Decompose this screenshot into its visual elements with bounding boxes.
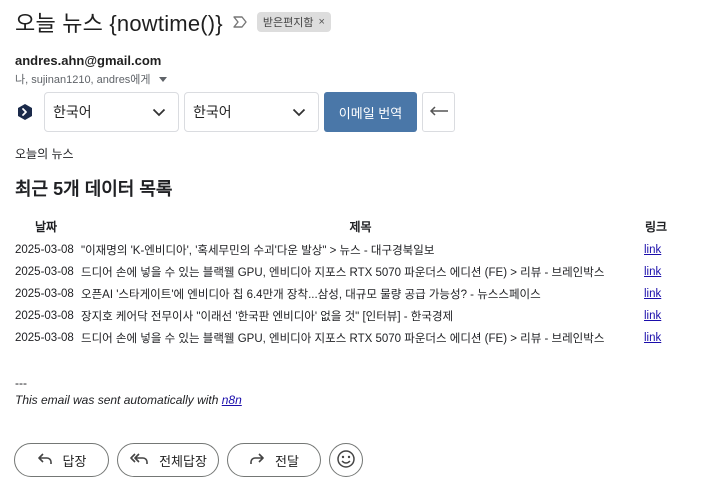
row-link-cell: link bbox=[642, 239, 670, 261]
row-title: "이재명의 'K-엔비디아', '혹세무민의 수괴'다운 발상" > 뉴스 - … bbox=[81, 245, 435, 257]
forward-button[interactable]: 전달 bbox=[227, 443, 321, 477]
row-link-cell: link bbox=[642, 283, 670, 305]
back-button[interactable] bbox=[422, 92, 455, 132]
row-link-cell: link bbox=[642, 305, 670, 327]
reply-all-icon bbox=[129, 452, 149, 469]
row-link[interactable]: link bbox=[644, 288, 661, 300]
table-row: 2025-03-08 오픈AI '스타게이트'에 엔비디아 칩 6.4만개 장착… bbox=[13, 283, 670, 305]
chevron-down-icon[interactable] bbox=[158, 77, 167, 82]
row-date: 2025-03-08 bbox=[15, 310, 74, 322]
chevron-down-icon bbox=[292, 104, 306, 120]
table-header-row: 날짜 제목 링크 bbox=[13, 216, 670, 239]
row-link[interactable]: link bbox=[644, 310, 661, 322]
table-row: 2025-03-08 드디어 손에 넣을 수 있는 블랙웰 GPU, 엔비디아 … bbox=[13, 327, 670, 349]
subject-row: 오늘 뉴스 {nowtime()} 받은편지함 × bbox=[15, 6, 331, 38]
target-language-value: 한국어 bbox=[193, 104, 232, 120]
row-date: 2025-03-08 bbox=[15, 266, 74, 278]
row-title: 드디어 손에 넣을 수 있는 블랙웰 GPU, 엔비디아 지포스 RTX 507… bbox=[81, 333, 605, 345]
table-row: 2025-03-08 장지호 케어닥 전무이사 "이래선 '한국판 엔비디아' … bbox=[13, 305, 670, 327]
column-header-title: 제목 bbox=[349, 220, 372, 234]
news-table: 날짜 제목 링크 2025-03-08 "이재명의 'K-엔비디아', '혹세무… bbox=[13, 216, 670, 349]
n8n-link[interactable]: n8n bbox=[222, 393, 242, 407]
row-link[interactable]: link bbox=[644, 244, 661, 256]
row-title: 오픈AI '스타게이트'에 엔비디아 칩 6.4만개 장착...삼성, 대규모 … bbox=[81, 289, 541, 301]
important-marker-icon[interactable] bbox=[233, 15, 247, 29]
table-row: 2025-03-08 드디어 손에 넣을 수 있는 블랙웰 GPU, 엔비디아 … bbox=[13, 261, 670, 283]
forward-label: 전달 bbox=[275, 453, 299, 469]
row-link-cell: link bbox=[642, 327, 670, 349]
row-title: 장지호 케어닥 전무이사 "이래선 '한국판 엔비디아' 없을 것" [인터뷰]… bbox=[81, 311, 454, 323]
inbox-label-text: 받은편지함 bbox=[262, 17, 314, 29]
recipients-toggle[interactable]: 나, sujinan1210, andres에게 bbox=[15, 71, 167, 87]
recipients-text: 나, sujinan1210, andres에게 bbox=[15, 74, 151, 86]
source-language-value: 한국어 bbox=[53, 104, 92, 120]
signature-separator: --- bbox=[15, 376, 27, 390]
reply-icon bbox=[37, 452, 53, 469]
emoji-icon bbox=[336, 449, 356, 472]
row-link[interactable]: link bbox=[644, 332, 661, 344]
table-row: 2025-03-08 "이재명의 'K-엔비디아', '혹세무민의 수괴'다운 … bbox=[13, 239, 670, 261]
reply-all-label: 전체답장 bbox=[159, 453, 207, 469]
sender-email[interactable]: andres.ahn@gmail.com bbox=[15, 53, 161, 68]
target-language-select[interactable]: 한국어 bbox=[184, 92, 319, 132]
signature: This email was sent automatically with n… bbox=[15, 393, 242, 407]
forward-icon bbox=[249, 452, 265, 469]
emoji-reaction-button[interactable] bbox=[329, 443, 363, 477]
greeting-text: 오늘의 뉴스 bbox=[15, 147, 74, 161]
reply-all-button[interactable]: 전체답장 bbox=[117, 443, 219, 477]
row-title: 드디어 손에 넣을 수 있는 블랙웰 GPU, 엔비디아 지포스 RTX 507… bbox=[81, 267, 605, 279]
arrow-left-icon bbox=[429, 103, 449, 121]
row-date: 2025-03-08 bbox=[15, 288, 74, 300]
translate-email-button[interactable]: 이메일 번역 bbox=[324, 92, 417, 132]
translate-icon bbox=[15, 102, 35, 122]
row-link-cell: link bbox=[642, 261, 670, 283]
email-subject: 오늘 뉴스 {nowtime()} bbox=[15, 11, 223, 36]
label-remove-icon[interactable]: × bbox=[318, 16, 324, 28]
signature-text: This email was sent automatically with bbox=[15, 393, 222, 407]
translate-bar: 한국어 한국어 이메일 번역 bbox=[15, 92, 455, 132]
reply-button[interactable]: 답장 bbox=[14, 443, 109, 477]
row-date: 2025-03-08 bbox=[15, 332, 74, 344]
inbox-label-chip[interactable]: 받은편지함 × bbox=[256, 12, 331, 32]
column-header-date: 날짜 bbox=[34, 220, 58, 234]
list-heading: 최근 5개 데이터 목록 bbox=[15, 179, 173, 199]
chevron-down-icon bbox=[152, 104, 166, 120]
column-header-link: 링크 bbox=[644, 220, 668, 234]
row-date: 2025-03-08 bbox=[15, 244, 74, 256]
reply-label: 답장 bbox=[62, 453, 87, 469]
source-language-select[interactable]: 한국어 bbox=[44, 92, 179, 132]
message-actions: 답장 전체답장 전달 bbox=[14, 443, 363, 477]
row-link[interactable]: link bbox=[644, 266, 661, 278]
